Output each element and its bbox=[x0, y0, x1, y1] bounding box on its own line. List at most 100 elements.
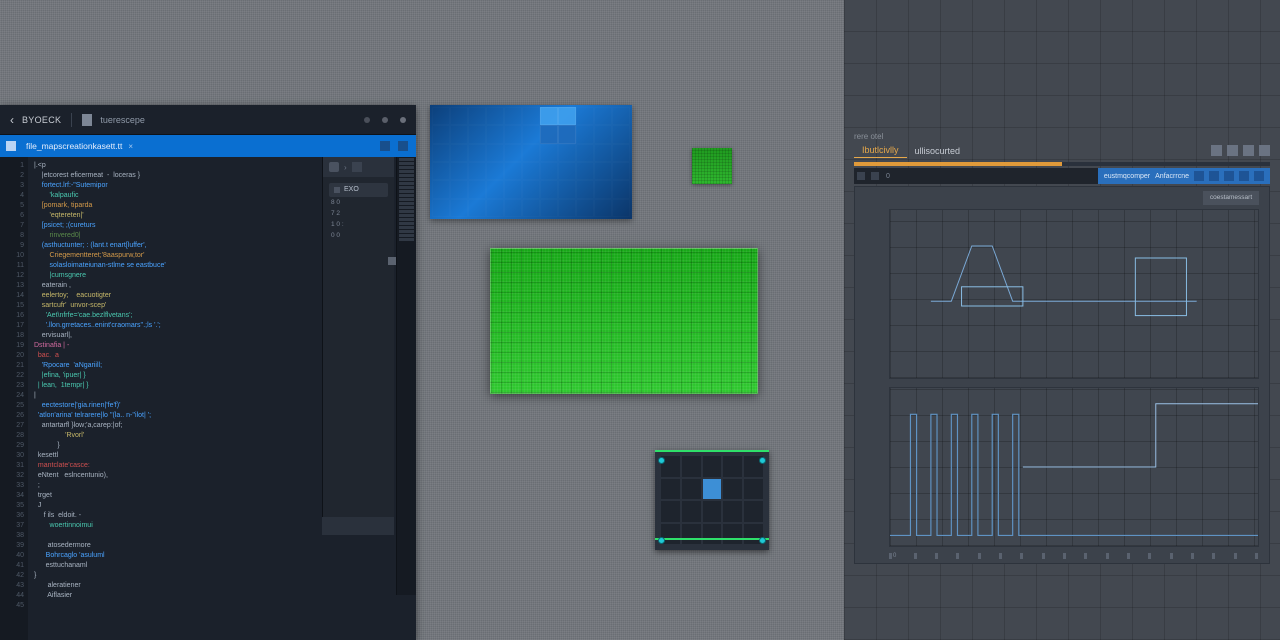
layers-icon[interactable] bbox=[1227, 145, 1238, 156]
code-line[interactable]: esttuchanaml bbox=[34, 561, 315, 571]
tile-cell[interactable] bbox=[661, 501, 680, 522]
outline-chip[interactable]: EXO bbox=[329, 183, 388, 197]
tileset-selector[interactable] bbox=[655, 450, 769, 550]
code-line[interactable]: |cumsgnere bbox=[34, 271, 315, 281]
code-line[interactable]: sartcufr' unvor-scep' bbox=[34, 301, 315, 311]
chart-chip[interactable]: coestamessart bbox=[1203, 191, 1259, 205]
swatch-cell[interactable] bbox=[486, 144, 504, 162]
more-icon[interactable] bbox=[398, 141, 408, 151]
code-line[interactable]: } bbox=[34, 441, 315, 451]
minimap[interactable] bbox=[396, 157, 416, 595]
swatch-cell[interactable] bbox=[576, 180, 594, 198]
swatch-cell[interactable] bbox=[522, 162, 540, 180]
code-line[interactable]: |efina, 'ipuer| } bbox=[34, 371, 315, 381]
swatch-cell[interactable] bbox=[576, 125, 594, 143]
code-line[interactable]: eNtent eslncentunio), bbox=[34, 471, 315, 481]
code-area[interactable]: |.<p |etcorest eficermeat - loceras } fo… bbox=[28, 157, 321, 640]
green-tile-swatch-large[interactable] bbox=[490, 248, 758, 394]
swatch-cell[interactable] bbox=[558, 125, 576, 143]
swatch-cell[interactable] bbox=[540, 199, 558, 217]
back-button[interactable]: ‹ bbox=[10, 113, 14, 127]
tile-cell[interactable] bbox=[703, 501, 722, 522]
code-line[interactable]: rinvered0| bbox=[34, 231, 315, 241]
timeline-ruler[interactable] bbox=[854, 162, 1270, 166]
swatch-cell[interactable] bbox=[432, 107, 450, 125]
swatch-cell[interactable] bbox=[612, 107, 630, 125]
swatch-cell[interactable] bbox=[612, 162, 630, 180]
toolbar-button[interactable] bbox=[1194, 171, 1204, 181]
code-line[interactable]: f ils eldoit. - bbox=[34, 511, 315, 521]
code-line[interactable]: 'Rpocare 'aNgariill; bbox=[34, 361, 315, 371]
play-icon[interactable] bbox=[352, 162, 362, 172]
code-line[interactable]: | bbox=[34, 391, 315, 401]
swatch-cell[interactable] bbox=[468, 162, 486, 180]
tile-cell[interactable] bbox=[723, 479, 742, 500]
selection-handle-tr[interactable] bbox=[759, 457, 766, 464]
swatch-cell[interactable] bbox=[504, 180, 522, 198]
code-line[interactable]: ; bbox=[34, 481, 315, 491]
swatch-cell[interactable] bbox=[486, 125, 504, 143]
swatch-cell[interactable] bbox=[504, 125, 522, 143]
swatch-cell[interactable] bbox=[522, 199, 540, 217]
code-line[interactable]: '.llon.grretaces..enint'craomars''.;ls '… bbox=[34, 321, 315, 331]
swatch-cell[interactable] bbox=[558, 199, 576, 217]
code-line[interactable]: 'Rvorl' bbox=[34, 431, 315, 441]
code-line[interactable]: [pomark, tiparda bbox=[34, 201, 315, 211]
code-line[interactable] bbox=[34, 531, 315, 541]
outline-row[interactable]: 0 0 bbox=[323, 230, 394, 241]
selection-handle-bl[interactable] bbox=[658, 537, 665, 544]
swatch-cell[interactable] bbox=[522, 125, 540, 143]
swatch-cell[interactable] bbox=[468, 144, 486, 162]
scroll-thumb[interactable] bbox=[388, 257, 396, 265]
swatch-cell[interactable] bbox=[576, 199, 594, 217]
tab-active-file[interactable]: file_mapscreationkasett.tt × bbox=[16, 135, 143, 157]
swatch-cell[interactable] bbox=[432, 199, 450, 217]
swatch-cell[interactable] bbox=[432, 162, 450, 180]
swatch-cell[interactable] bbox=[612, 180, 630, 198]
code-line[interactable]: fortect.lrf:-"Sutemipor bbox=[34, 181, 315, 191]
swatch-cell[interactable] bbox=[450, 144, 468, 162]
swatch-cell[interactable] bbox=[504, 144, 522, 162]
swatch-cell[interactable] bbox=[558, 144, 576, 162]
code-line[interactable]: bac. a bbox=[34, 351, 315, 361]
swatch-cell[interactable] bbox=[576, 107, 594, 125]
window-close-icon[interactable] bbox=[400, 117, 406, 123]
code-line[interactable]: Criegementteret;'8aaspurw,tor' bbox=[34, 251, 315, 261]
swatch-cell[interactable] bbox=[468, 125, 486, 143]
tile-cell[interactable] bbox=[744, 479, 763, 500]
code-line[interactable]: Bohrcaglo 'asuluml bbox=[34, 551, 315, 561]
tile-cell[interactable] bbox=[661, 479, 680, 500]
swatch-cell[interactable] bbox=[450, 125, 468, 143]
outline-row[interactable]: 1 0 : bbox=[323, 219, 394, 230]
code-line[interactable]: 'Aet\nfrfe='cae.bezlflvetans'; bbox=[34, 311, 315, 321]
swatch-cell[interactable] bbox=[540, 107, 558, 125]
code-line[interactable]: [psicet; ;(cureturs bbox=[34, 221, 315, 231]
code-line[interactable]: kesettl bbox=[34, 451, 315, 461]
analysis-tab-b[interactable]: ullisocurted bbox=[907, 144, 969, 158]
swatch-cell[interactable] bbox=[450, 180, 468, 198]
tile-cell[interactable] bbox=[723, 524, 742, 545]
swatch-cell[interactable] bbox=[432, 125, 450, 143]
expand-icon[interactable] bbox=[1259, 145, 1270, 156]
swatch-cell[interactable] bbox=[540, 162, 558, 180]
code-line[interactable]: } bbox=[34, 571, 315, 581]
swatch-cell[interactable] bbox=[432, 180, 450, 198]
swatch-cell[interactable] bbox=[432, 144, 450, 162]
swatch-cell[interactable] bbox=[450, 162, 468, 180]
tile-cell[interactable] bbox=[682, 479, 701, 500]
swatch-cell[interactable] bbox=[558, 107, 576, 125]
code-line[interactable]: atosedermore bbox=[34, 541, 315, 551]
settings-icon[interactable] bbox=[1243, 145, 1254, 156]
swatch-cell[interactable] bbox=[594, 125, 612, 143]
tile-cell[interactable] bbox=[744, 501, 763, 522]
swatch-cell[interactable] bbox=[522, 144, 540, 162]
tile-cell[interactable] bbox=[682, 456, 701, 477]
swatch-cell[interactable] bbox=[540, 144, 558, 162]
code-line[interactable]: (asthuctunter; : (lant.t enart[luffer', bbox=[34, 241, 315, 251]
code-line[interactable]: eelertoy; eacuotigter bbox=[34, 291, 315, 301]
swatch-cell[interactable] bbox=[540, 180, 558, 198]
code-line[interactable]: solasloimateiunan-stlme se eastbuce' bbox=[34, 261, 315, 271]
swatch-cell[interactable] bbox=[468, 107, 486, 125]
code-line[interactable]: Aiflasier bbox=[34, 591, 315, 601]
chart-top[interactable] bbox=[889, 209, 1259, 379]
